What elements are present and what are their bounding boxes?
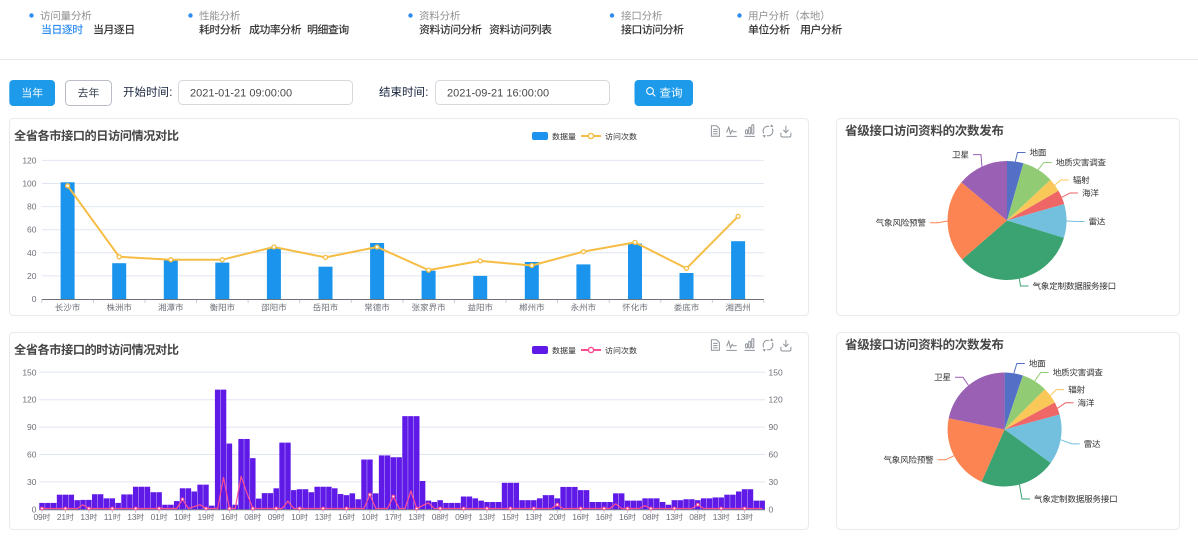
svg-text:16: 16	[338, 512, 348, 522]
svg-text::: :	[169, 87, 172, 99]
svg-text:10: 10	[174, 512, 184, 522]
svg-text:08: 08	[689, 512, 699, 522]
svg-text:16: 16	[596, 512, 606, 522]
svg-text:09: 09	[268, 512, 278, 522]
svg-text:19: 19	[198, 512, 208, 522]
svg-text:17: 17	[385, 512, 395, 522]
svg-text:120: 120	[769, 395, 783, 405]
svg-text:30: 30	[27, 477, 37, 487]
svg-text:60: 60	[769, 450, 779, 460]
svg-text:13: 13	[408, 512, 418, 522]
svg-text:13: 13	[525, 512, 535, 522]
svg-text:08: 08	[432, 512, 442, 522]
svg-text:60: 60	[27, 225, 37, 235]
svg-text:08: 08	[642, 512, 652, 522]
svg-text:13: 13	[736, 512, 746, 522]
svg-text:16: 16	[572, 512, 582, 522]
svg-text:120: 120	[22, 395, 36, 405]
svg-text:13: 13	[315, 512, 325, 522]
svg-text:80: 80	[27, 202, 37, 212]
svg-text:16: 16	[221, 512, 231, 522]
svg-text:90: 90	[769, 422, 779, 432]
svg-text:20: 20	[549, 512, 559, 522]
svg-text:11: 11	[104, 512, 113, 522]
svg-text:08: 08	[244, 512, 254, 522]
svg-text:20: 20	[27, 271, 37, 281]
svg-text:0: 0	[769, 504, 774, 514]
svg-text:01: 01	[151, 512, 161, 522]
svg-text:09: 09	[34, 512, 44, 522]
svg-text:13: 13	[127, 512, 137, 522]
svg-text:15: 15	[502, 512, 512, 522]
svg-text:40: 40	[27, 248, 37, 258]
svg-text:13: 13	[666, 512, 676, 522]
svg-text:150: 150	[22, 367, 36, 377]
svg-text:13: 13	[80, 512, 90, 522]
svg-text:90: 90	[27, 422, 37, 432]
svg-text:13: 13	[713, 512, 723, 522]
svg-text:21: 21	[57, 512, 67, 522]
svg-text:60: 60	[27, 450, 37, 460]
svg-text:10: 10	[291, 512, 301, 522]
svg-text:30: 30	[769, 477, 779, 487]
svg-text:0: 0	[32, 294, 37, 304]
svg-text:100: 100	[22, 179, 36, 189]
svg-text:09: 09	[455, 512, 465, 522]
svg-text:120: 120	[22, 155, 36, 165]
svg-text:2021-01-21 09:00:00: 2021-01-21 09:00:00	[190, 88, 292, 100]
svg-text:10: 10	[361, 512, 371, 522]
svg-text:16: 16	[619, 512, 629, 522]
svg-text::: :	[425, 87, 428, 99]
svg-text:2021-09-21 16:00:00: 2021-09-21 16:00:00	[447, 88, 549, 100]
svg-text:150: 150	[769, 367, 783, 377]
svg-text:13: 13	[479, 512, 489, 522]
